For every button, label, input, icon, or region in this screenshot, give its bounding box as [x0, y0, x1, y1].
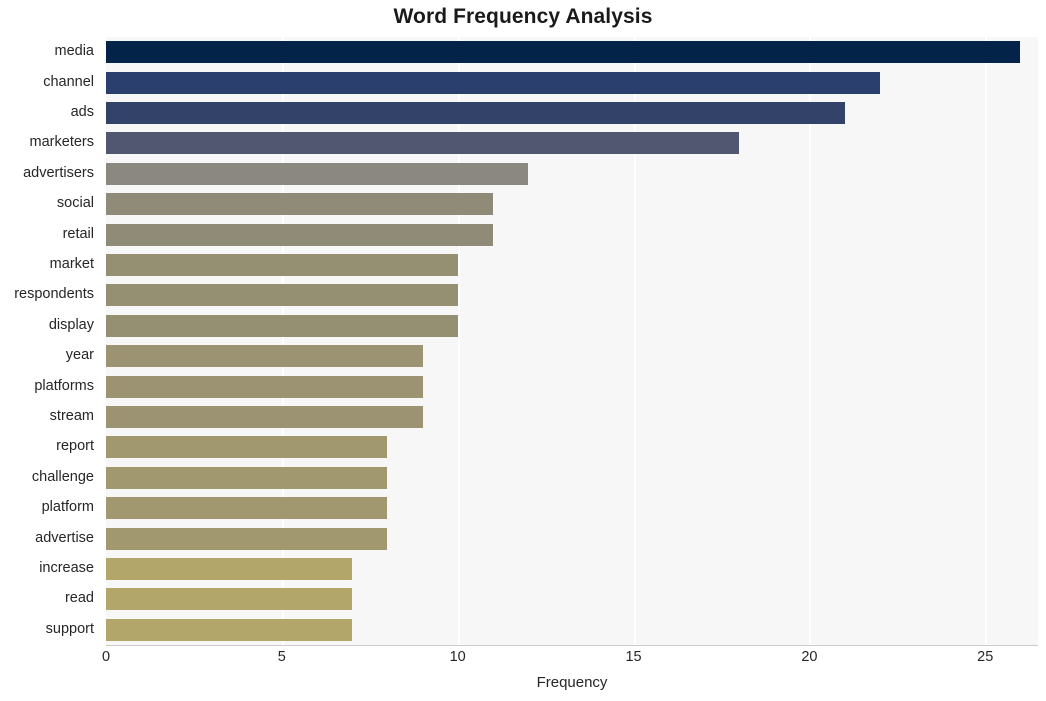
bar-channel[interactable] — [106, 71, 880, 94]
y-tick-label-support: support — [45, 620, 94, 637]
y-tick-label-increase: increase — [39, 560, 94, 576]
bar-marketers[interactable] — [106, 132, 740, 155]
x-tick-label-15: 15 — [625, 649, 642, 665]
bar-row — [106, 254, 1038, 276]
bar-row — [106, 375, 1038, 398]
bar-row — [106, 41, 1038, 64]
plot-area — [106, 37, 1038, 645]
bar-row — [106, 162, 1038, 185]
y-tick-label-stream: stream — [49, 408, 94, 424]
bar-row — [106, 527, 1038, 550]
chart-figure: Word Frequency Analysis media channel ads m… — [0, 0, 1046, 701]
bar-row — [106, 497, 1038, 520]
y-tick-label-platform: platform — [41, 499, 94, 516]
bar-row — [106, 618, 1038, 641]
x-tick-label-20: 20 — [801, 649, 818, 665]
x-tick-label-25: 25 — [977, 649, 994, 665]
y-tick-label-marketers: marketers — [29, 134, 94, 151]
y-tick-label-advertise: advertise — [35, 529, 94, 546]
y-tick-label-platforms: platforms — [34, 377, 94, 394]
y-tick-label-display: display — [48, 316, 94, 333]
bar-row — [106, 466, 1038, 489]
x-tick-label-5: 5 — [277, 649, 286, 665]
bar-platform[interactable] — [106, 497, 388, 520]
bar-row — [106, 314, 1038, 337]
y-tick-label-channel: channel — [43, 73, 94, 90]
bar-challenge[interactable] — [106, 466, 388, 489]
y-tick-label-report: report — [56, 438, 94, 455]
bar-row — [106, 193, 1038, 216]
y-tick-label-advertisers: advertisers — [23, 164, 94, 181]
bar-market[interactable] — [106, 254, 458, 276]
bar-row — [106, 132, 1038, 155]
bar-row — [106, 223, 1038, 246]
y-tick-label-media: media — [54, 43, 95, 60]
bar-display[interactable] — [106, 314, 458, 337]
bar-row — [106, 558, 1038, 580]
bar-report[interactable] — [106, 436, 388, 459]
bar-row — [106, 588, 1038, 611]
y-tick-label-read: read — [64, 590, 94, 607]
bar-row — [106, 71, 1038, 94]
bar-support[interactable] — [106, 618, 353, 641]
bar-read[interactable] — [106, 588, 353, 611]
y-tick-label-market: market — [49, 256, 94, 272]
bar-ads[interactable] — [106, 102, 845, 124]
bar-row — [106, 345, 1038, 368]
bar-advertise[interactable] — [106, 527, 388, 550]
x-tick-label-10: 10 — [449, 649, 466, 665]
bar-retail[interactable] — [106, 223, 493, 246]
x-tick-label-0: 0 — [101, 649, 111, 665]
y-tick-label-challenge: challenge — [31, 468, 94, 485]
y-tick-label-retail: retail — [62, 225, 94, 242]
bar-platforms[interactable] — [106, 375, 423, 398]
chart-title: Word Frequency Analysis — [393, 5, 653, 28]
bar-row — [106, 102, 1038, 124]
y-tick-label-respondents: respondents — [14, 286, 94, 303]
bar-year[interactable] — [106, 345, 423, 368]
bar-respondents[interactable] — [106, 284, 458, 307]
bar-row — [106, 406, 1038, 428]
bar-advertisers[interactable] — [106, 162, 529, 185]
bar-media[interactable] — [106, 41, 1021, 64]
bar-social[interactable] — [106, 193, 493, 216]
bar-increase[interactable] — [106, 558, 353, 580]
y-tick-label-ads: ads — [70, 104, 94, 120]
y-tick-label-social: social — [56, 195, 94, 212]
bars-layer — [106, 37, 1038, 645]
x-axis-tick-labels: 0 5 10 15 20 25 — [0, 649, 1046, 671]
bar-row — [106, 436, 1038, 459]
x-axis-line — [106, 645, 1038, 646]
bar-stream[interactable] — [106, 406, 423, 428]
x-axis-title: Frequency — [536, 674, 608, 691]
y-axis-tick-labels: media channel ads marketers advertisers socia… — [0, 37, 100, 645]
y-tick-label-year: year — [65, 347, 94, 364]
bar-row — [106, 284, 1038, 307]
